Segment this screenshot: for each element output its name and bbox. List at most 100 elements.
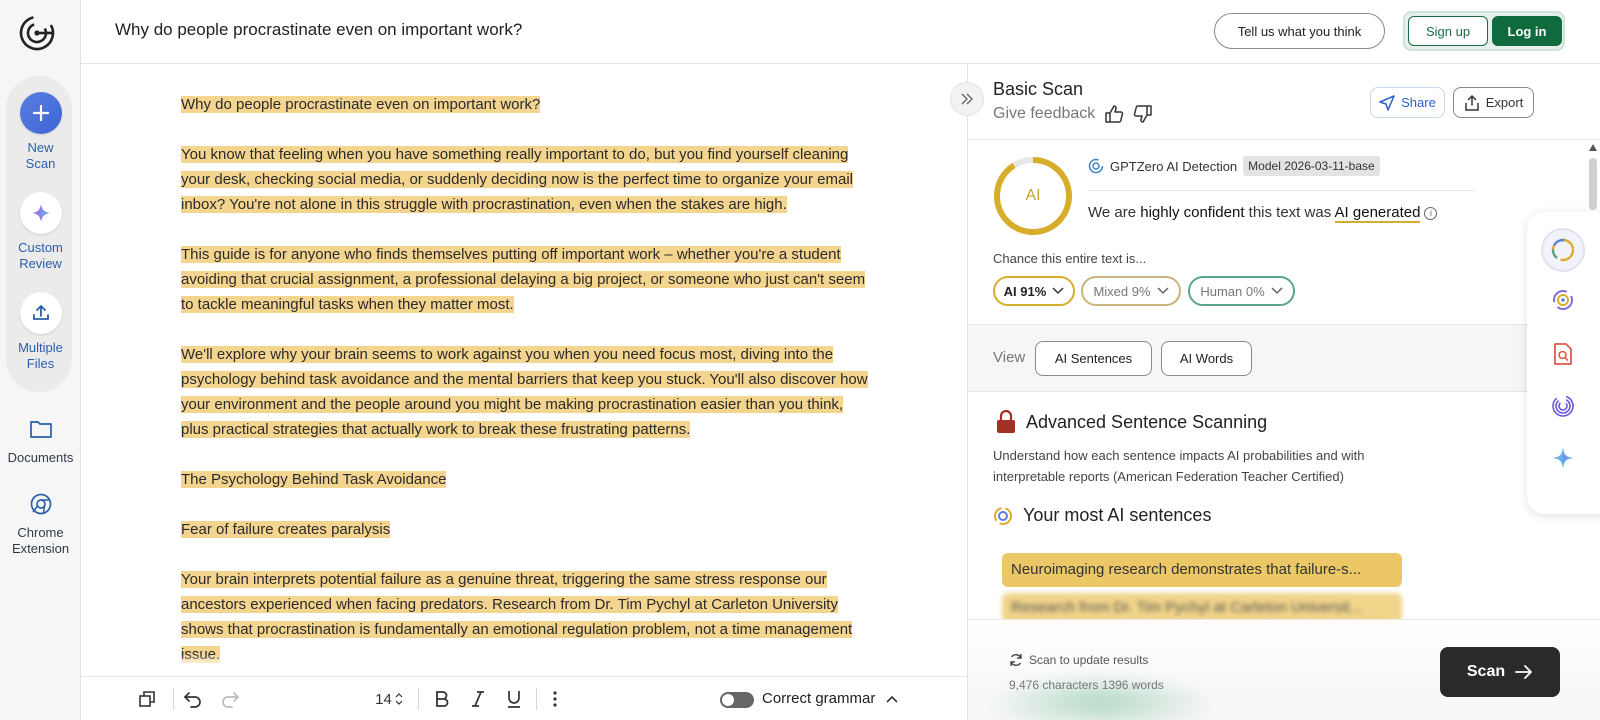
sidebar-item-label: Documents <box>7 450 74 465</box>
fingerprint-icon[interactable] <box>1541 384 1585 428</box>
most-ai-sentences-title: Your most AI sentences <box>1023 505 1212 525</box>
signup-button[interactable]: Sign up <box>1408 16 1488 46</box>
highlighted-text: Why do people procrastinate even on impo… <box>181 96 541 113</box>
sidebar-item-label: Extension <box>11 541 70 556</box>
human-percentage-label: Human 0% <box>1200 283 1265 299</box>
ai-percentage-pill[interactable]: AI 91% <box>993 276 1075 306</box>
export-icon <box>1464 94 1479 111</box>
info-icon[interactable]: i <box>1424 206 1438 220</box>
highlighted-text: The Psychology Behind Task Avoidance <box>181 471 447 488</box>
scroll-up-arrow[interactable] <box>1589 144 1597 151</box>
highlighted-text: This guide is for anyone who finds thems… <box>181 246 866 313</box>
send-icon <box>1379 94 1395 111</box>
panel-header: Basic Scan Give feedback Share Export <box>968 64 1600 140</box>
give-feedback-row: Give feedback <box>993 105 1153 123</box>
refresh-icon <box>1010 654 1022 666</box>
top-bar: Why do people procrastinate even on impo… <box>81 0 1600 64</box>
double-chevron-right-icon <box>961 93 973 105</box>
mixed-percentage-label: Mixed 9% <box>1093 283 1151 299</box>
sidebar-item-chrome-extension[interactable]: Chrome Extension <box>0 489 81 557</box>
chrome-icon <box>0 489 81 519</box>
grammar-label-text: Correct grammar <box>762 690 876 707</box>
arrow-right-icon <box>1515 665 1533 679</box>
feedback-button[interactable]: Tell us what you think <box>1214 13 1385 49</box>
scan-button[interactable]: Scan <box>1440 647 1560 697</box>
sidebar-item-label: Review <box>19 256 62 271</box>
detector-info: GPTZero AI Detection Model 2026-03-11-ba… <box>1088 156 1380 176</box>
editor-paragraph: We'll explore why your brain seems to wo… <box>181 342 871 442</box>
grammar-toggle[interactable] <box>720 692 754 708</box>
gptzero-small-icon <box>1088 158 1104 174</box>
editor-paragraph: Your brain interprets potential failure … <box>181 567 871 667</box>
redo-icon[interactable] <box>216 685 244 713</box>
editor-paragraph: Fear of failure creates paralysis <box>181 517 871 542</box>
plus-icon <box>19 92 62 134</box>
editor-content[interactable]: Why do people procrastinate even on impo… <box>181 92 871 676</box>
highlighted-text: You know that feeling when you have some… <box>181 146 854 213</box>
editor-paragraph: Why do people procrastinate even on impo… <box>181 92 871 117</box>
italic-icon[interactable] <box>465 685 491 713</box>
sparkle-icon <box>19 192 62 234</box>
share-button[interactable]: Share <box>1370 87 1445 118</box>
export-label: Export <box>1485 95 1524 110</box>
left-sidebar: New Scan Custom Review Multiple Files Do… <box>0 0 81 720</box>
login-button[interactable]: Log in <box>1492 16 1562 46</box>
scan-update-text: Scan to update results <box>1029 653 1149 667</box>
editor-paragraph: You know that feeling when you have some… <box>181 142 871 217</box>
text-editor[interactable]: Why do people procrastinate even on impo… <box>81 64 967 676</box>
sidebar-item-custom-review[interactable]: Custom Review <box>0 192 81 272</box>
export-button[interactable]: Export <box>1453 87 1534 118</box>
sidebar-item-label: Files <box>26 356 55 371</box>
more-options-icon[interactable] <box>545 685 565 713</box>
chance-label: Chance this entire text is... <box>993 251 1147 266</box>
ai-scan-icon[interactable] <box>1541 228 1585 272</box>
writing-report-icon[interactable] <box>1541 278 1585 322</box>
sidebar-item-new-scan[interactable]: New Scan <box>0 92 81 172</box>
sidebar-item-multiple-files[interactable]: Multiple Files <box>0 292 81 372</box>
mixed-percentage-pill[interactable]: Mixed 9% <box>1081 276 1181 306</box>
auth-button-group: Sign up Log in <box>1403 11 1565 51</box>
editor-fade <box>81 654 967 676</box>
thumbs-up-icon[interactable] <box>1104 105 1124 123</box>
ai-percentage-label: AI 91% <box>1003 283 1047 299</box>
sidebar-item-label: Custom <box>18 240 63 255</box>
divider <box>1088 190 1474 191</box>
sidebar-item-label: Chrome <box>17 525 64 540</box>
underline-icon[interactable] <box>501 685 527 713</box>
view-selector: View AI Sentences AI Words <box>968 324 1600 392</box>
ai-sentence-item[interactable]: Neuroimaging research demonstrates that … <box>1002 553 1402 587</box>
ai-words-button[interactable]: AI Words <box>1161 341 1252 376</box>
highlighted-text: We'll explore why your brain seems to wo… <box>181 346 868 438</box>
human-percentage-pill[interactable]: Human 0% <box>1188 276 1295 306</box>
chevron-down-icon <box>1157 287 1169 295</box>
advanced-scanning-title: Advanced Sentence Scanning <box>1026 412 1268 432</box>
character-word-count: 9,476 characters 1396 words <box>1009 678 1164 692</box>
bold-icon[interactable] <box>429 685 455 713</box>
app-root: New Scan Custom Review Multiple Files Do… <box>0 0 1600 720</box>
gptzero-logo[interactable] <box>18 14 56 52</box>
detector-name: GPTZero AI Detection <box>1110 158 1238 174</box>
advanced-scanning-description: Understand how each sentence impacts AI … <box>993 448 1365 484</box>
panel-scrollbar-thumb[interactable] <box>1589 158 1597 210</box>
font-size-select[interactable]: 14 <box>371 685 407 713</box>
view-label: View <box>993 349 1026 366</box>
confidence-statement: We are highly confident this text was AI… <box>1088 204 1438 223</box>
grammar-label[interactable]: Correct grammar <box>762 690 898 707</box>
undo-icon[interactable] <box>179 685 207 713</box>
copy-icon[interactable] <box>135 685 159 713</box>
plagiarism-check-icon[interactable] <box>1541 332 1585 376</box>
toolbar-divider <box>418 688 419 710</box>
collapse-panel-button[interactable] <box>950 82 984 116</box>
model-badge: Model 2026-03-11-base <box>1243 156 1380 176</box>
editor-paragraph: This guide is for anyone who finds thems… <box>181 242 871 317</box>
scan-update-notice: Scan to update results <box>1009 653 1148 667</box>
ai-sentences-button[interactable]: AI Sentences <box>1035 341 1152 376</box>
confidence-result: AI generated <box>1334 204 1421 223</box>
document-title[interactable]: Why do people procrastinate even on impo… <box>115 20 522 40</box>
sidebar-item-documents[interactable]: Documents <box>0 414 81 466</box>
confidence-text: this text was <box>1244 204 1335 221</box>
thumbs-down-icon[interactable] <box>1133 105 1153 123</box>
scan-label: Scan <box>1466 663 1506 680</box>
sparkle-icon[interactable] <box>1541 436 1585 480</box>
sidebar-item-label: Multiple <box>18 340 63 355</box>
